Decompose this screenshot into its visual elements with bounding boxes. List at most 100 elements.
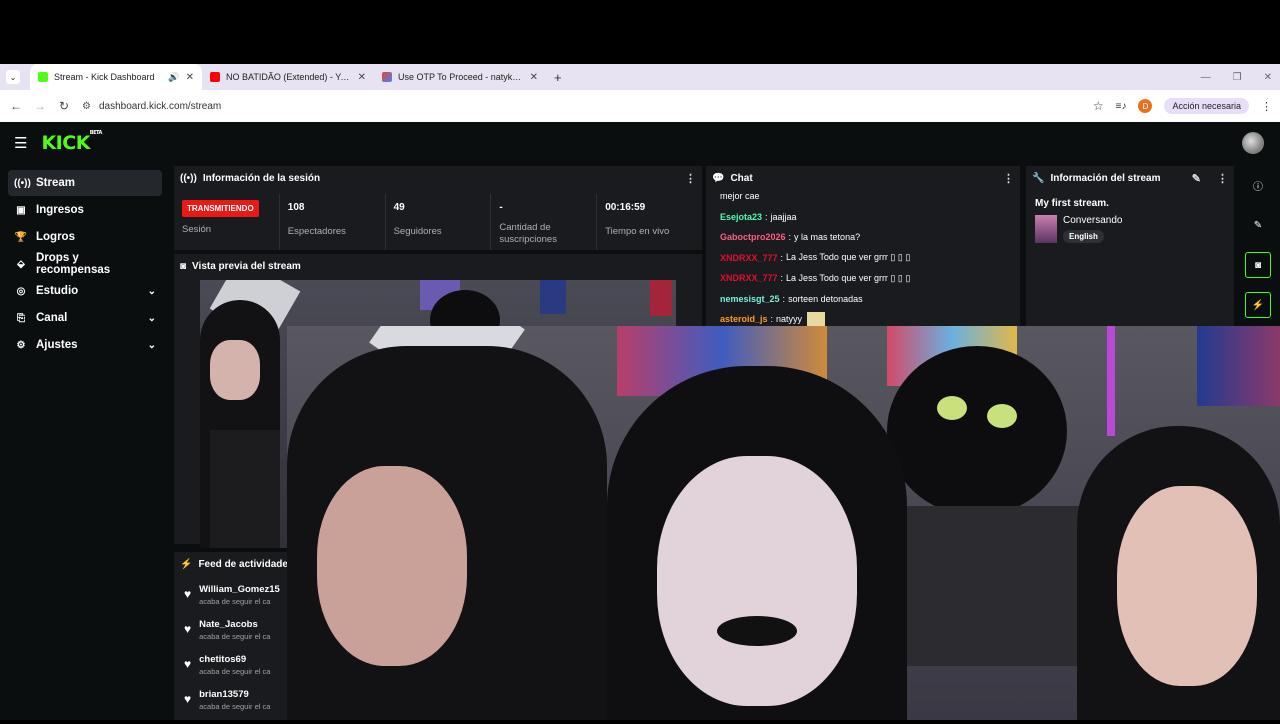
window-controls: — ❐ ✕ [1201,64,1272,90]
youtube-favicon-icon [210,72,220,82]
heart-icon: ♥ [184,622,192,636]
sidebar-item-logros[interactable]: 🏆 Logros [8,224,162,250]
chat-panel: 💬 Chat ⋮ mejor cae Esejota23: jaajjaa Ga… [706,166,1020,336]
panel-title: Chat [730,172,753,184]
browser-tab-gmail[interactable]: Use OTP To Proceed - natykooki ✕ [374,64,546,90]
revenue-icon: ▣ [16,204,26,216]
tab-title: NO BATIDÃO (Extended) - YouTube [226,72,352,82]
sidebar-item-ajustes[interactable]: ⚙ Ajustes ⌄ [8,332,162,358]
kebab-menu-icon[interactable]: ⋮ [1217,172,1228,185]
camera-toggle-icon[interactable]: ◙ [1245,252,1271,278]
url-field[interactable]: ⚙ dashboard.kick.com/stream [82,101,1093,112]
stream-info-panel: 🔧 Información del stream ✎ ⋮ My first st… [1026,166,1234,336]
stream-icon: ((•)) [14,177,31,189]
category-name: Conversando [1063,215,1123,226]
preview-icon: ◙ [180,260,187,272]
tab-close-icon[interactable]: ✕ [530,72,538,83]
screen-letterbox-top [0,0,1280,64]
minimize-icon[interactable]: — [1201,72,1211,83]
panel-title: Vista previa del stream [192,260,301,272]
category-thumbnail [1035,215,1057,243]
sidebar-item-stream[interactable]: ((•)) Stream [8,170,162,196]
user-avatar[interactable] [1242,132,1264,154]
tab-title: Stream - Kick Dashboard [54,72,155,82]
stat-live-time: 00:16:59 Tiempo en vivo [605,202,670,237]
browser-menu-icon[interactable]: ⋮ [1261,100,1272,113]
trophy-icon: 🏆 [14,231,28,243]
stream-video-overlay[interactable] [287,326,1280,720]
session-status: TRANSMITIENDO Sesión [174,194,280,250]
tab-search-button[interactable]: ⌄ [6,70,20,84]
session-info-panel: ((•)) Información de la sesión ⋮ TRANSMI… [174,166,702,250]
chat-bubble-icon: 💬 [712,172,725,184]
profile-avatar[interactable]: D [1138,99,1153,113]
kick-logo[interactable]: KICK BETA [41,130,102,154]
sidebar-item-canal[interactable]: ⎘ Canal ⌄ [8,305,162,331]
reload-icon[interactable]: ↻ [56,99,72,113]
hamburger-menu-icon[interactable]: ☰ [14,134,27,152]
activity-feed-panel: ⚡ Feed de actividades ♥ William_Gomez15 a… [174,552,294,720]
broadcast-icon: ((•)) [180,172,197,184]
media-controls-icon[interactable]: ≡♪ [1116,101,1127,112]
chat-message: Gaboctpro2026: y la mas tetona? [720,232,861,243]
sidebar-item-drops[interactable]: ⬙ Drops y recompensas [8,251,162,277]
bookmark-star-icon[interactable]: ☆ [1093,99,1104,113]
stream-title: My first stream. [1035,198,1109,209]
chevron-down-icon: ⌄ [147,285,156,297]
edit-pencil-icon[interactable]: ✎ [1192,172,1201,185]
site-info-icon[interactable]: ⚙ [82,101,91,112]
drops-icon: ⬙ [17,258,25,270]
browser-tab-youtube[interactable]: NO BATIDÃO (Extended) - YouTube ✕ [202,64,374,90]
browser-tab-bar: ⌄ Stream - Kick Dashboard 🔊 ✕ NO BATIDÃO… [0,64,1280,90]
sidebar: ((•)) Stream ▣ Ingresos 🏆 Logros ⬙ Drops… [0,164,170,720]
sidebar-item-estudio[interactable]: ◎ Estudio ⌄ [8,278,162,304]
settings-icon: ⚙ [16,339,26,351]
browser-tab-kick[interactable]: Stream - Kick Dashboard 🔊 ✕ [30,64,202,90]
activity-item: ♥ William_Gomez15 acaba de seguir el ca [184,584,280,606]
edit-icon[interactable]: ✎ [1245,212,1271,238]
chat-message: XNDRXX_777: La Jess Todo que ver grrr ▯ … [720,252,911,263]
stat-followers: 49 Seguidores [386,194,492,250]
app-header: ☰ KICK BETA [0,122,1280,164]
live-badge: TRANSMITIENDO [182,200,259,217]
stat-subscriptions: - Cantidad de suscripciones [491,194,598,250]
emote-icon [807,312,826,327]
speaker-icon[interactable]: 🔊 [168,72,179,83]
chevron-down-icon: ⌄ [147,312,156,324]
chevron-down-icon: ⌄ [147,339,156,351]
tab-title: Use OTP To Proceed - natykooki [398,72,524,82]
activity-item: ♥ Nate_Jacobs acaba de seguir el ca [184,619,271,641]
new-tab-icon[interactable]: + [554,70,562,85]
gmail-favicon-icon [382,72,392,82]
wrench-icon: 🔧 [1032,172,1045,184]
info-icon[interactable]: ⓘ [1245,172,1271,198]
activity-item: ♥ brian13579 acaba de seguir el ca [184,689,271,711]
language-tag: English [1063,230,1104,243]
browser-address-bar: ← → ↻ ⚙ dashboard.kick.com/stream ☆ ≡♪ D… [0,90,1280,122]
kebab-menu-icon[interactable]: ⋮ [1003,172,1014,185]
channel-icon: ⎘ [17,312,25,324]
chat-message: Esejota23: jaajjaa [720,211,797,222]
kebab-menu-icon[interactable]: ⋮ [685,172,696,185]
close-window-icon[interactable]: ✕ [1264,72,1272,83]
heart-icon: ♥ [184,692,192,706]
tab-close-icon[interactable]: ✕ [358,72,366,83]
tab-close-icon[interactable]: ✕ [186,72,194,83]
lightning-toggle-icon[interactable]: ⚡ [1245,292,1271,318]
heart-icon: ♥ [184,657,192,671]
restore-icon[interactable]: ❐ [1233,72,1242,83]
url-text: dashboard.kick.com/stream [98,100,222,112]
panel-title: Información de la sesión [202,172,321,184]
lightning-icon: ⚡ [180,558,193,570]
forward-icon[interactable]: → [32,99,48,113]
studio-icon: ◎ [16,285,26,297]
panel-title: Feed de actividades [198,558,294,570]
heart-icon: ♥ [184,587,192,601]
action-needed-button[interactable]: Acción necesaria [1164,98,1249,114]
sidebar-item-ingresos[interactable]: ▣ Ingresos [8,197,162,223]
beta-badge: BETA [89,130,103,136]
activity-item: ♥ chetitos69 acaba de seguir el ca [184,654,271,676]
kick-favicon-icon [38,72,48,82]
back-icon[interactable]: ← [8,99,24,113]
chat-message: mejor cae [720,191,760,202]
